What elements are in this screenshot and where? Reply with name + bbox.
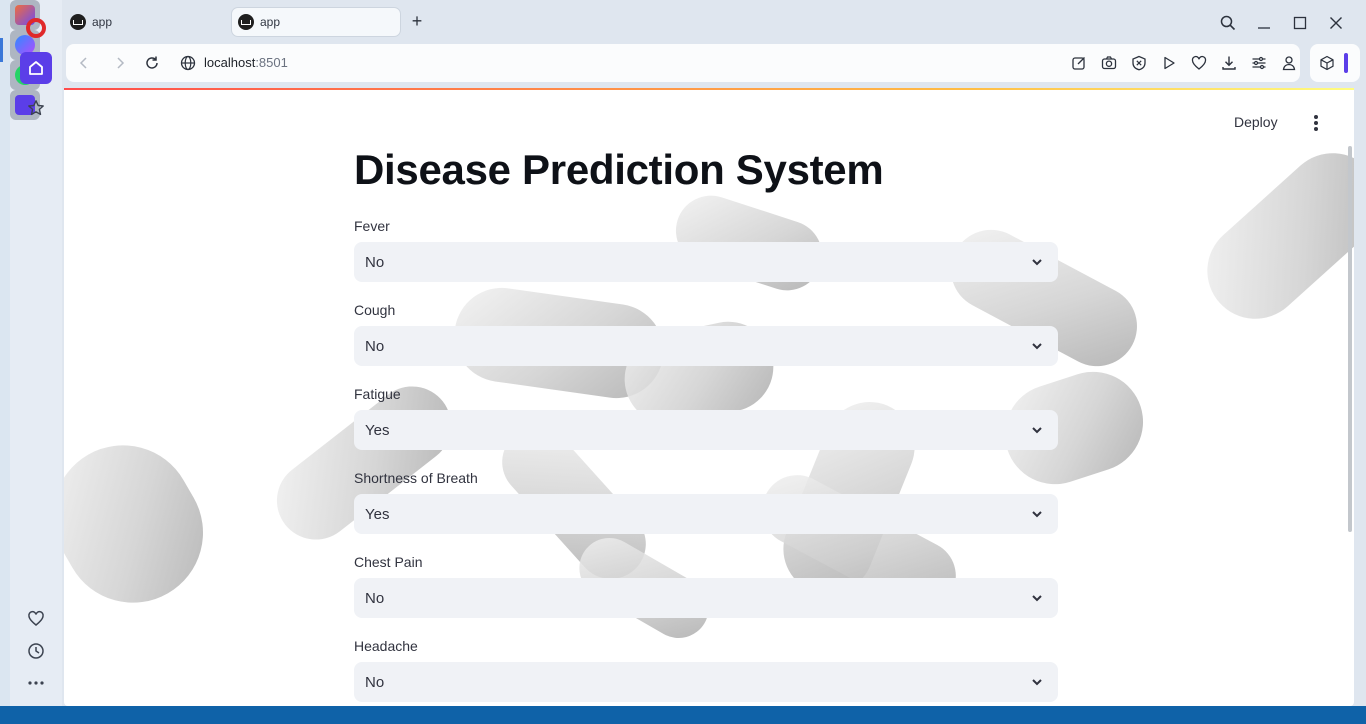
play-icon[interactable] xyxy=(1160,54,1178,72)
chest-pain-value: No xyxy=(365,589,385,607)
page-viewport: Deploy Disease Prediction System Fever N… xyxy=(64,88,1354,706)
maximize-icon[interactable] xyxy=(1289,12,1311,34)
chevron-down-icon xyxy=(1032,343,1042,350)
browser-sidebar xyxy=(10,0,62,712)
tab-label: app xyxy=(92,15,113,29)
opera-logo-icon[interactable] xyxy=(26,18,46,38)
download-icon[interactable] xyxy=(1220,54,1238,72)
desktop-edge xyxy=(0,0,10,724)
snapshot-edit-icon[interactable] xyxy=(1070,54,1088,72)
fatigue-label: Fatigue xyxy=(354,386,401,402)
globe-icon xyxy=(178,53,198,73)
headache-select[interactable]: No xyxy=(354,662,1058,702)
streamlit-favicon-icon xyxy=(70,14,86,30)
tab-label: app xyxy=(260,15,281,29)
chest-pain-select[interactable]: No xyxy=(354,578,1058,618)
shortness-of-breath-label: Shortness of Breath xyxy=(354,470,478,486)
chevron-down-icon xyxy=(1032,595,1042,602)
fever-value: No xyxy=(365,253,385,271)
cough-value: No xyxy=(365,337,385,355)
streamlit-favicon-icon xyxy=(238,14,254,30)
streamlit-decoration-bar xyxy=(64,88,1354,90)
url-field[interactable]: localhost:8501 xyxy=(204,55,288,70)
fatigue-value: Yes xyxy=(365,421,390,439)
chevron-down-icon xyxy=(1032,511,1042,518)
ad-blocker-icon[interactable] xyxy=(1130,54,1148,72)
deploy-button[interactable]: Deploy xyxy=(1234,114,1278,130)
cough-label: Cough xyxy=(354,302,396,318)
speed-dial-star-icon[interactable] xyxy=(20,92,52,124)
new-tab-plus-icon[interactable]: + xyxy=(408,12,426,30)
fatigue-select[interactable]: Yes xyxy=(354,410,1058,450)
reload-icon[interactable] xyxy=(142,53,162,73)
page-title: Disease Prediction System xyxy=(354,146,884,193)
extensions-cube-icon[interactable] xyxy=(1318,54,1336,72)
chevron-down-icon xyxy=(1032,427,1042,434)
url-port: :8501 xyxy=(255,55,288,70)
page-scrollbar[interactable] xyxy=(1348,146,1352,532)
cough-select[interactable]: No xyxy=(354,326,1058,366)
browser-window: app app + localhost:8501 Deploy Disease … xyxy=(10,0,1366,712)
main-menu-kebab-icon[interactable] xyxy=(1308,114,1324,132)
sidebar-toggle-indicator[interactable] xyxy=(1344,53,1348,73)
headache-value: No xyxy=(365,673,385,691)
shortness-of-breath-select[interactable]: Yes xyxy=(354,494,1058,534)
heart-bookmark-icon[interactable] xyxy=(1190,54,1208,72)
minimize-icon[interactable] xyxy=(1253,12,1275,34)
history-clock-icon[interactable] xyxy=(20,635,52,667)
tab-app-1[interactable]: app xyxy=(64,8,232,36)
shortness-of-breath-value: Yes xyxy=(365,505,390,523)
more-options-icon[interactable] xyxy=(20,667,52,699)
fever-label: Fever xyxy=(354,218,390,234)
fever-select[interactable]: No xyxy=(354,242,1058,282)
editor-status-bar xyxy=(0,706,1366,724)
close-icon[interactable] xyxy=(1325,12,1347,34)
chevron-down-icon xyxy=(1032,259,1042,266)
address-bar: localhost:8501 xyxy=(66,44,1300,82)
back-arrow-icon[interactable] xyxy=(74,53,94,73)
desktop-accent xyxy=(0,38,3,62)
camera-icon[interactable] xyxy=(1100,54,1118,72)
heart-icon[interactable] xyxy=(20,603,52,635)
headache-label: Headache xyxy=(354,638,418,654)
home-icon[interactable] xyxy=(20,52,52,84)
chevron-down-icon xyxy=(1032,679,1042,686)
tab-app-2[interactable]: app xyxy=(232,8,400,36)
extensions-area xyxy=(1310,44,1360,82)
url-host: localhost xyxy=(204,55,256,70)
chest-pain-label: Chest Pain xyxy=(354,554,423,570)
easy-setup-icon[interactable] xyxy=(1250,54,1268,72)
search-icon[interactable] xyxy=(1217,12,1239,34)
forward-arrow-icon[interactable] xyxy=(110,53,130,73)
profile-icon[interactable] xyxy=(1280,54,1298,72)
